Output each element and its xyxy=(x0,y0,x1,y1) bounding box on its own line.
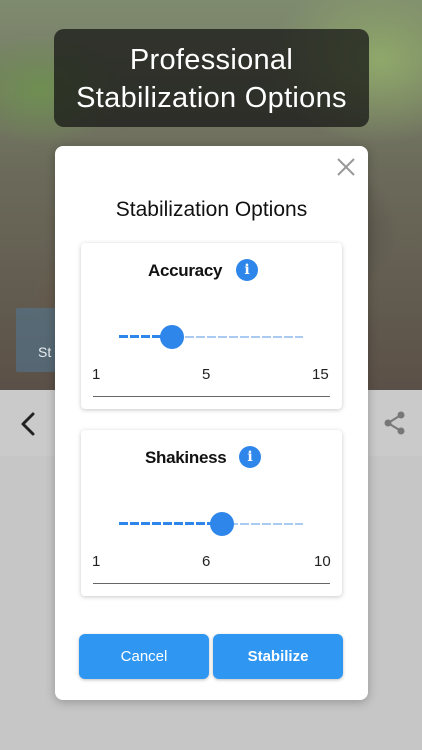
shakiness-info-icon[interactable]: i xyxy=(239,446,261,468)
banner-title-line1: Professional xyxy=(129,44,294,76)
accuracy-label: Accuracy xyxy=(148,261,223,280)
shakiness-label: Shakiness xyxy=(145,448,227,467)
cancel-button[interactable]: Cancel xyxy=(79,634,209,679)
accuracy-divider xyxy=(93,396,330,397)
shakiness-slider-thumb[interactable] xyxy=(210,512,234,536)
shakiness-slider[interactable] xyxy=(119,512,303,536)
close-icon[interactable] xyxy=(335,156,357,178)
accuracy-min: 1 xyxy=(92,366,101,383)
shakiness-value: 6 xyxy=(202,553,211,570)
shakiness-min: 1 xyxy=(92,553,101,570)
accuracy-card: Accuracy i 1 5 15 xyxy=(81,243,342,409)
share-icon[interactable] xyxy=(382,409,408,437)
shakiness-max: 10 xyxy=(314,553,331,570)
accuracy-slider[interactable] xyxy=(119,325,303,349)
stabilize-button[interactable]: Stabilize xyxy=(213,634,343,679)
stabilization-dialog: Stabilization Options Accuracy i 1 5 15 … xyxy=(55,146,368,700)
promo-banner: Professional Stabilization Options xyxy=(54,29,369,127)
accuracy-max: 15 xyxy=(312,366,329,383)
shakiness-card: Shakiness i 1 6 10 xyxy=(81,430,342,596)
banner-title-line2: Stabilization Options xyxy=(76,82,347,114)
dialog-title: Stabilization Options xyxy=(115,198,308,221)
background-chip-text: St xyxy=(38,344,52,360)
shakiness-slider-fill xyxy=(119,522,222,525)
accuracy-value: 5 xyxy=(202,366,211,383)
back-arrow-icon[interactable] xyxy=(16,410,42,438)
accuracy-info-icon[interactable]: i xyxy=(236,259,258,281)
accuracy-slider-thumb[interactable] xyxy=(160,325,184,349)
shakiness-divider xyxy=(93,583,330,584)
